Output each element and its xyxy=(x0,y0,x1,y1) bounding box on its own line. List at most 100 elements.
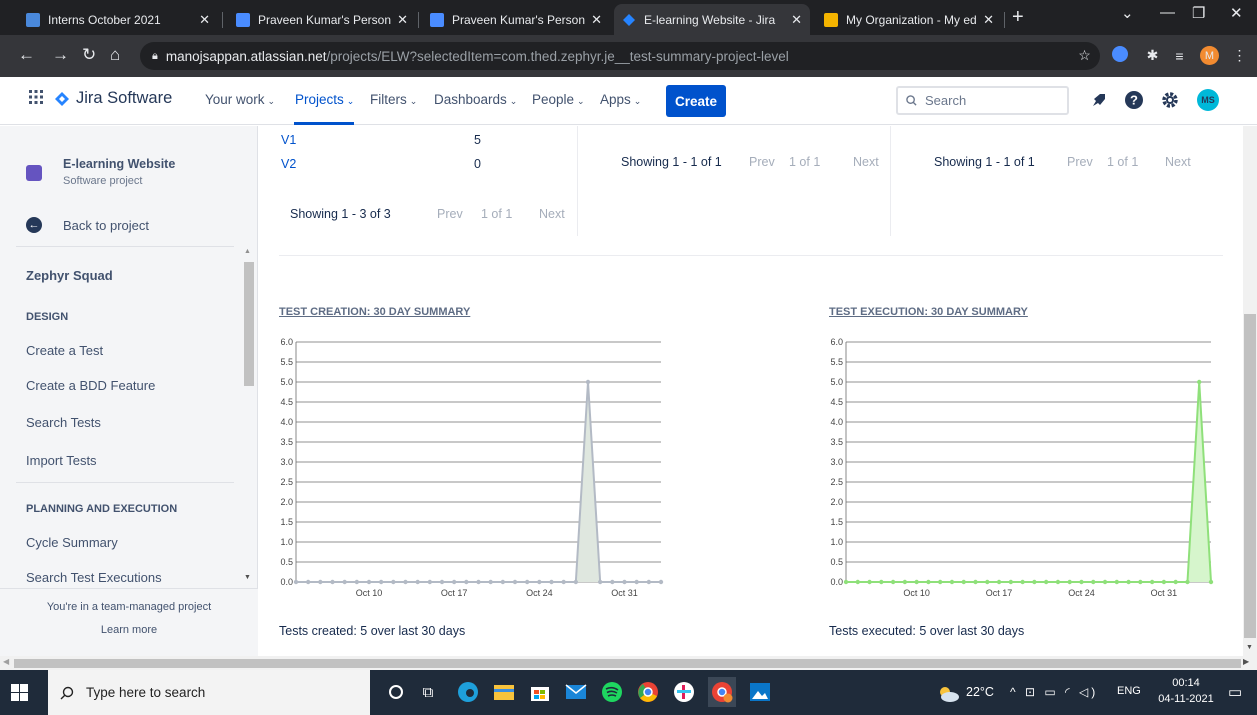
pager-prev-button[interactable]: Prev xyxy=(749,155,775,169)
product-name[interactable]: Jira Software xyxy=(76,89,172,108)
chrome-icon[interactable] xyxy=(636,680,660,704)
scroll-left-icon[interactable]: ◀ xyxy=(3,657,9,666)
browser-tab[interactable]: Praveen Kumar's Personal Me ✕ xyxy=(228,4,416,35)
main-content: V1 5 V2 0 Showing 1 - 3 of 3 Prev 1 of 1… xyxy=(259,126,1243,656)
home-icon[interactable]: ⌂ xyxy=(110,45,120,65)
back-to-project-link[interactable]: Back to project xyxy=(63,218,149,233)
close-icon[interactable]: ✕ xyxy=(591,12,602,28)
settings-gear-icon[interactable] xyxy=(1160,90,1180,110)
sidebar-item-cycle-summary[interactable]: Cycle Summary xyxy=(26,535,118,550)
cortana-icon[interactable] xyxy=(384,680,408,704)
scroll-right-icon[interactable]: ▶ xyxy=(1243,657,1249,666)
star-icon[interactable]: ☆ xyxy=(1075,46,1094,65)
windows-start-icon[interactable] xyxy=(11,684,28,701)
data-point xyxy=(342,579,347,585)
data-point xyxy=(378,579,384,585)
minimize-icon[interactable]: — xyxy=(1160,4,1175,21)
nav-projects[interactable]: Projects ⌄ xyxy=(295,92,354,107)
profile-avatar[interactable]: M xyxy=(1200,46,1219,65)
clock-date[interactable]: 04-11-2021 xyxy=(1150,693,1222,705)
create-button[interactable]: Create xyxy=(666,85,726,117)
learn-more-link[interactable]: Learn more xyxy=(0,624,258,636)
nav-label: Dashboards xyxy=(434,92,507,107)
sidebar-footer: You're in a team-managed project Learn m… xyxy=(0,588,258,656)
close-icon[interactable]: ✕ xyxy=(397,12,408,28)
address-bar[interactable]: 🔒︎ manojsappan.atlassian.net /projects/E… xyxy=(140,42,1100,70)
reading-list-icon[interactable]: ≡ xyxy=(1170,46,1189,65)
help-icon[interactable]: ? xyxy=(1124,90,1144,110)
pager-next-button[interactable]: Next xyxy=(853,155,879,169)
task-view-icon[interactable]: ⧉ xyxy=(416,680,440,704)
chrome-profile-icon[interactable] xyxy=(708,677,736,707)
reload-icon[interactable]: ↻ xyxy=(82,45,96,65)
file-explorer-icon[interactable] xyxy=(492,680,516,704)
browser-tab[interactable]: Interns October 2021 ✕ xyxy=(18,4,218,35)
sidebar-item-create-bdd-feature[interactable]: Create a BDD Feature xyxy=(26,378,155,393)
scroll-up-icon[interactable]: ▲ xyxy=(244,248,251,255)
active-nav-indicator xyxy=(294,122,354,125)
divider xyxy=(16,482,234,483)
version-link[interactable]: V2 xyxy=(281,157,296,171)
browser-tab-active[interactable]: E-learning Website - Jira ✕ xyxy=(614,4,810,35)
notification-center-icon[interactable]: ▭ xyxy=(1228,683,1242,701)
clock-time[interactable]: 00:14 xyxy=(1150,677,1222,689)
search-input[interactable]: Search xyxy=(896,86,1069,115)
nav-people[interactable]: People ⌄ xyxy=(532,92,585,107)
forward-arrow-icon[interactable]: → xyxy=(52,45,69,65)
restore-icon[interactable]: ❐ xyxy=(1192,4,1205,22)
pager-prev-button[interactable]: Prev xyxy=(1067,155,1093,169)
page-scrollbar-thumb[interactable] xyxy=(1244,314,1256,638)
edge-icon[interactable] xyxy=(456,680,480,704)
spotify-icon[interactable] xyxy=(600,680,624,704)
sidebar-scrollbar-thumb[interactable] xyxy=(244,262,254,386)
chevron-down-icon[interactable]: ⌄ xyxy=(1121,4,1134,22)
app-switcher-icon[interactable] xyxy=(28,89,44,105)
close-window-icon[interactable]: ✕ xyxy=(1230,4,1243,22)
browser-tab[interactable]: Praveen Kumar's Personal Me ✕ xyxy=(422,4,610,35)
sidebar-item-create-test[interactable]: Create a Test xyxy=(26,343,103,358)
store-icon[interactable] xyxy=(528,680,552,704)
sidebar-item-search-tests[interactable]: Search Tests xyxy=(26,415,101,430)
pager-next-button[interactable]: Next xyxy=(1165,155,1191,169)
more-menu-icon[interactable]: ⋮ xyxy=(1230,46,1249,65)
weather-icon[interactable] xyxy=(936,682,960,706)
version-link[interactable]: V1 xyxy=(281,133,296,147)
user-avatar[interactable]: MS xyxy=(1197,89,1219,111)
close-icon[interactable]: ✕ xyxy=(983,12,994,28)
pager-prev-button[interactable]: Prev xyxy=(437,207,463,221)
project-name[interactable]: E-learning Website xyxy=(63,157,175,171)
jira-logo-icon[interactable] xyxy=(54,91,70,107)
puzzle-icon[interactable]: ✱ xyxy=(1143,46,1162,65)
test-creation-chart-title[interactable]: TEST CREATION: 30 DAY SUMMARY xyxy=(279,306,470,318)
test-execution-chart-title[interactable]: TEST EXECUTION: 30 DAY SUMMARY xyxy=(829,306,1028,318)
close-icon[interactable]: ✕ xyxy=(199,12,210,28)
close-icon[interactable]: ✕ xyxy=(791,12,802,28)
y-tick-label: 5.5 xyxy=(830,357,843,367)
scroll-down-icon[interactable]: ▼ xyxy=(244,574,251,581)
mail-icon[interactable] xyxy=(564,680,588,704)
pager-next-button[interactable]: Next xyxy=(539,207,565,221)
nav-dashboards[interactable]: Dashboards ⌄ xyxy=(434,92,517,107)
y-tick-label: 2.5 xyxy=(830,477,843,487)
slack-icon[interactable] xyxy=(672,680,696,704)
back-arrow-icon[interactable]: ← xyxy=(18,45,35,65)
back-arrow-icon[interactable]: ← xyxy=(26,217,42,233)
nav-apps[interactable]: Apps ⌄ xyxy=(600,92,641,107)
temperature[interactable]: 22°C xyxy=(966,685,994,699)
sidebar-item-search-test-executions[interactable]: Search Test Executions xyxy=(26,570,162,585)
language-indicator[interactable]: ENG xyxy=(1117,685,1141,697)
x-tick-label: Oct 31 xyxy=(1151,588,1178,598)
zoom-extension-icon[interactable] xyxy=(1112,46,1128,62)
new-tab-button[interactable]: + xyxy=(1012,6,1024,29)
taskbar-search-input[interactable]: Type here to search xyxy=(48,670,370,715)
horizontal-scrollbar-thumb[interactable] xyxy=(14,659,1241,668)
system-tray-icons[interactable]: ^ ⊡ ▭ ◜ ◁) xyxy=(1010,685,1098,699)
nav-your-work[interactable]: Your work ⌄ xyxy=(205,92,275,107)
notifications-icon[interactable] xyxy=(1090,91,1108,109)
nav-filters[interactable]: Filters ⌄ xyxy=(370,92,417,107)
sidebar-item-import-tests[interactable]: Import Tests xyxy=(26,453,97,468)
photos-icon[interactable] xyxy=(748,680,772,704)
scroll-down-icon[interactable]: ▼ xyxy=(1246,644,1253,651)
browser-tab[interactable]: My Organization - My educa ✕ xyxy=(816,4,1002,35)
data-point xyxy=(500,579,506,585)
